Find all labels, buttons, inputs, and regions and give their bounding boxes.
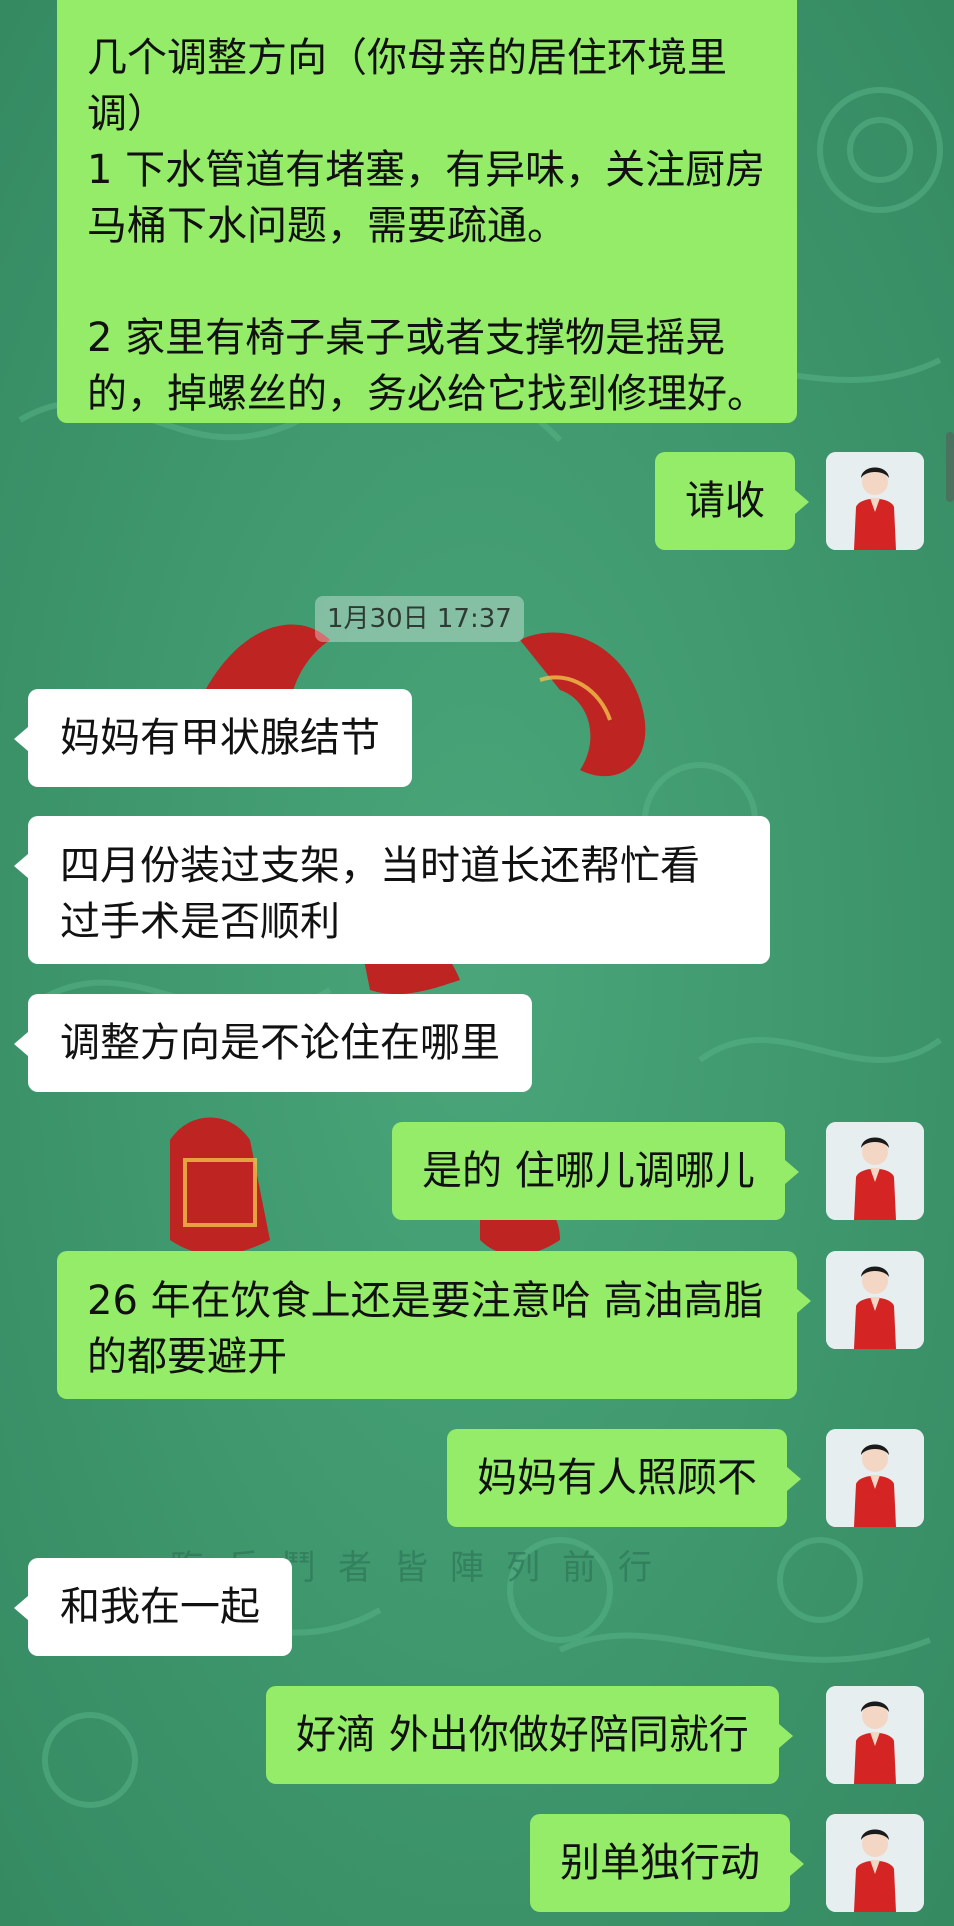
user-avatar[interactable] xyxy=(826,1814,924,1912)
person-icon xyxy=(826,1686,924,1784)
chat-message-list[interactable]: 几个调整方向（你母亲的居住环境里调） 1 下水管道有堵塞，有异味，关注厨房马桶下… xyxy=(0,0,954,1926)
user-avatar[interactable] xyxy=(826,452,924,550)
user-avatar[interactable] xyxy=(826,1429,924,1527)
message-bubble-incoming[interactable]: 和我在一起 xyxy=(14,1558,292,1656)
person-icon xyxy=(826,1251,924,1349)
message-bubble-incoming[interactable]: 调整方向是不论住在哪里 xyxy=(14,994,532,1092)
person-icon xyxy=(826,1814,924,1912)
scrollbar-thumb[interactable] xyxy=(946,432,954,502)
user-avatar[interactable] xyxy=(826,1686,924,1784)
person-icon xyxy=(826,1429,924,1527)
user-avatar[interactable] xyxy=(826,1251,924,1349)
message-bubble-incoming[interactable]: 妈妈有甲状腺结节 xyxy=(14,689,412,787)
message-bubble-outgoing[interactable]: 是的 住哪儿调哪儿 xyxy=(392,1122,799,1220)
person-icon xyxy=(826,1122,924,1220)
message-bubble-outgoing[interactable]: 几个调整方向（你母亲的居住环境里调） 1 下水管道有堵塞，有异味，关注厨房马桶下… xyxy=(57,0,797,423)
person-icon xyxy=(826,452,924,550)
message-bubble-outgoing[interactable]: 别单独行动 xyxy=(530,1814,804,1912)
message-timestamp: 1月30日 17:37 xyxy=(315,596,524,642)
message-bubble-outgoing[interactable]: 请收 xyxy=(655,452,809,550)
message-bubble-outgoing[interactable]: 26 年在饮食上还是要注意哈 高油高脂的都要避开 xyxy=(57,1251,811,1399)
message-bubble-outgoing[interactable]: 妈妈有人照顾不 xyxy=(447,1429,801,1527)
message-bubble-outgoing[interactable]: 好滴 外出你做好陪同就行 xyxy=(266,1686,793,1784)
message-bubble-incoming[interactable]: 四月份装过支架，当时道长还帮忙看过手术是否顺利 xyxy=(14,816,770,964)
user-avatar[interactable] xyxy=(826,1122,924,1220)
